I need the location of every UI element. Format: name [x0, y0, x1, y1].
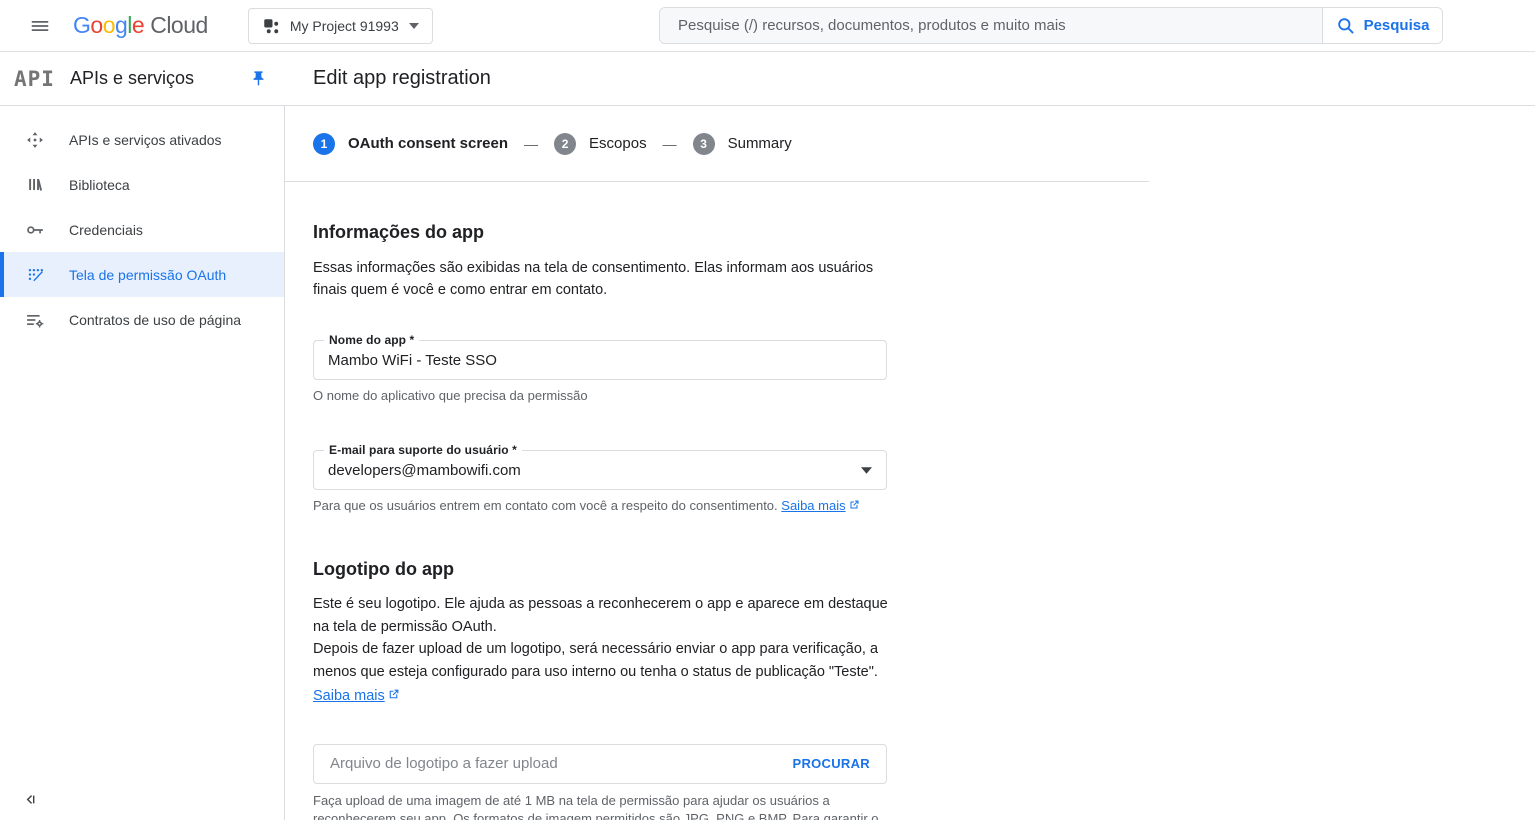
logo-letter: o	[102, 12, 116, 38]
logo-letter: o	[90, 12, 103, 38]
logo-upload-field[interactable]: Arquivo de logotipo a fazer upload PROCU…	[313, 743, 887, 784]
sidebar-item-page-usage-agreements[interactable]: Contratos de uso de página	[0, 297, 284, 342]
support-email-learn-more-link[interactable]: Saiba mais	[781, 498, 845, 513]
pin-icon	[250, 70, 267, 87]
search-button-label: Pesquisa	[1363, 17, 1430, 34]
api-product-icon: API	[14, 66, 55, 91]
sidebar-header: API APIs e serviços	[0, 52, 285, 106]
dropdown-caret-icon	[861, 466, 872, 474]
logo-upload-placeholder: Arquivo de logotipo a fazer upload	[330, 755, 558, 772]
project-selector[interactable]: My Project 91993	[247, 7, 433, 44]
collapse-sidebar-icon	[22, 791, 39, 808]
sidebar-item-label: Credenciais	[69, 221, 143, 238]
app-name-helper: O nome do aplicativo que precisa da perm…	[313, 388, 588, 403]
menu-button[interactable]	[25, 11, 55, 41]
google-cloud-logo[interactable]: Google Cloud	[73, 12, 208, 39]
step-separator: —	[524, 135, 539, 152]
app-info-heading: Informações do app	[313, 222, 485, 242]
sidebar-item-library[interactable]: Biblioteca	[0, 162, 284, 207]
global-search: Pesquisa	[659, 7, 1443, 44]
logo-section-heading: Logotipo do app	[313, 559, 454, 579]
external-link-icon	[848, 498, 860, 515]
top-bar: Google Cloud My Project 91993 Pesquisa	[0, 0, 1535, 52]
sidebar-item-oauth-consent-screen[interactable]: Tela de permissão OAuth	[0, 252, 284, 297]
sidebar-title: APIs e serviços	[69, 68, 194, 88]
step-3-circle: 3	[692, 132, 715, 155]
caret-down-icon	[408, 22, 419, 29]
step-2-circle: 2	[554, 132, 577, 155]
browse-button[interactable]: PROCURAR	[792, 756, 870, 771]
collapse-sidebar-button[interactable]	[22, 791, 39, 808]
app-info-description: Essas informações são exibidas na tela d…	[313, 260, 874, 298]
search-input[interactable]	[660, 8, 1322, 43]
key-icon	[25, 220, 45, 240]
stepper: 1 OAuth consent screen — 2 Escopos — 3 S…	[285, 106, 1149, 182]
sidebar-item-label: Biblioteca	[69, 176, 130, 193]
logo-letter: e	[131, 12, 145, 38]
page-header: Edit app registration	[285, 52, 1535, 106]
step-3-label[interactable]: Summary	[728, 135, 792, 152]
sidebar-item-label: Contratos de uso de página	[69, 311, 242, 328]
sidebar-item-credentials[interactable]: Credenciais	[0, 207, 284, 252]
library-icon	[25, 175, 45, 195]
cloud-wordmark: Cloud	[150, 12, 208, 38]
logo-upload-helper: Faça upload de uma imagem de até 1 MB na…	[313, 792, 879, 820]
sidebar-item-label: Tela de permissão OAuth	[69, 266, 227, 283]
app-name-field: Nome do app *	[313, 333, 887, 380]
logo-description-1: Este é seu logotipo. Ele ajuda as pessoa…	[313, 596, 888, 635]
support-email-helper: Para que os usuários entrem em contato c…	[313, 497, 887, 515]
support-email-field[interactable]: E-mail para suporte do usuário * develop…	[313, 443, 887, 490]
pin-button[interactable]	[250, 70, 267, 87]
hamburger-icon	[29, 15, 51, 37]
support-email-value: developers@mambowifi.com	[328, 461, 521, 479]
sidebar-item-label: APIs e serviços ativados	[69, 131, 222, 148]
support-email-label: E-mail para suporte do usuário *	[324, 443, 522, 457]
enabled-apis-icon	[25, 130, 45, 150]
logo-letter: g	[114, 12, 128, 38]
project-icon	[262, 17, 280, 35]
logo-description-2: Depois de fazer upload de um logotipo, s…	[313, 641, 879, 680]
main-content: Edit app registration 1 OAuth consent sc…	[285, 52, 1535, 820]
step-separator: —	[662, 135, 677, 152]
external-link-icon	[387, 686, 400, 709]
step-2-label[interactable]: Escopos	[589, 135, 647, 152]
project-name: My Project 91993	[289, 17, 399, 34]
search-button[interactable]: Pesquisa	[1322, 8, 1442, 43]
app-name-label: Nome do app *	[324, 333, 420, 347]
step-1-circle: 1	[313, 132, 335, 155]
support-email-helper-text: Para que os usuários entrem em contato c…	[313, 498, 778, 513]
consent-screen-icon	[25, 265, 45, 285]
search-icon	[1336, 16, 1356, 36]
sidebar: API APIs e serviços APIs e serviços ativ…	[0, 52, 285, 820]
sidebar-item-enabled-apis[interactable]: APIs e serviços ativados	[0, 117, 284, 162]
logo-learn-more-link[interactable]: Saiba mais	[313, 688, 385, 704]
sidebar-nav: APIs e serviços ativados Biblioteca Cred…	[0, 106, 285, 820]
page-title: Edit app registration	[313, 67, 491, 89]
step-1-label: OAuth consent screen	[348, 135, 509, 152]
logo-letter: G	[73, 12, 91, 38]
list-gear-icon	[25, 310, 45, 330]
